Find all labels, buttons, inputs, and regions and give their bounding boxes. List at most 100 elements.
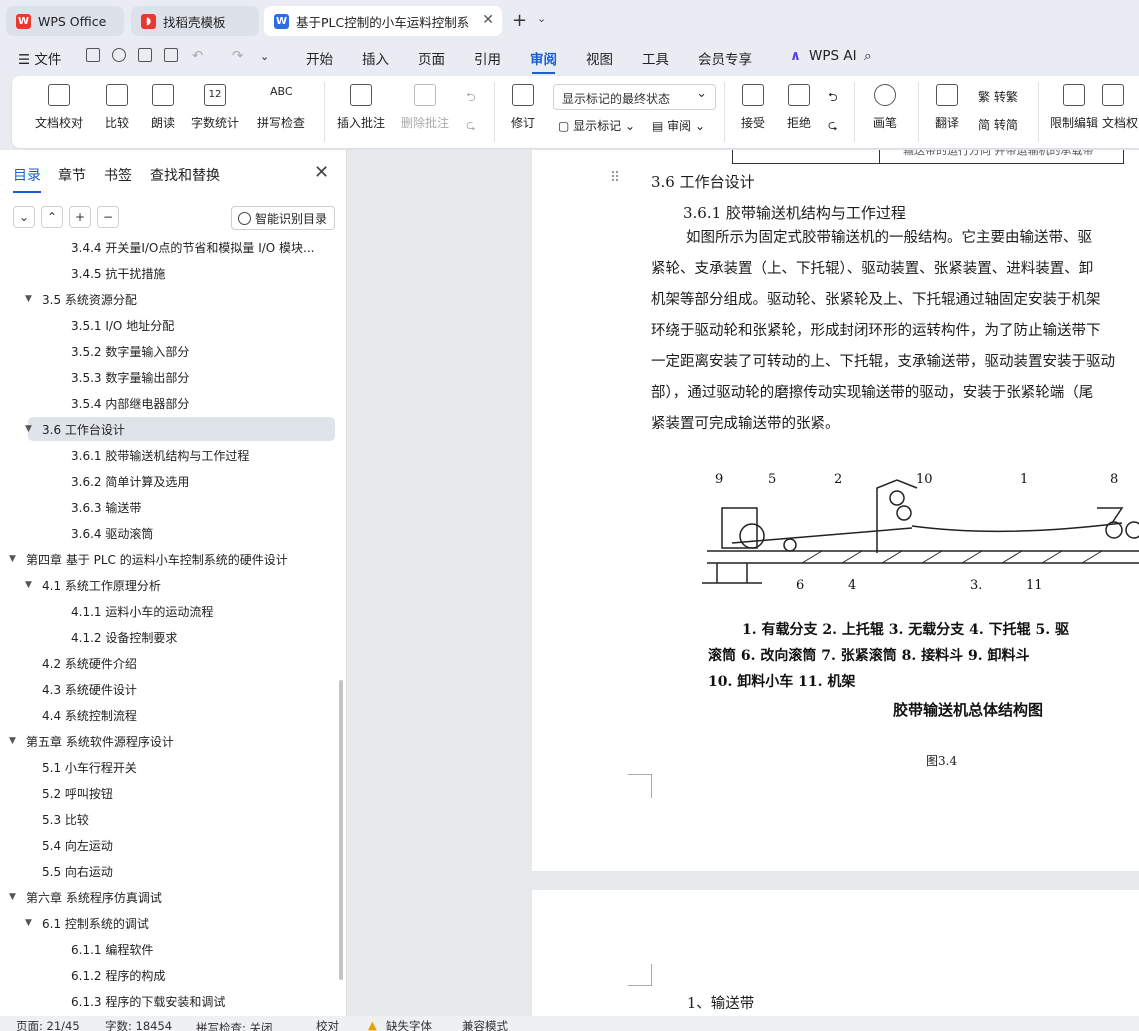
print-preview-icon[interactable] <box>164 48 178 62</box>
toc-item[interactable]: 3.5.3 数字量输出部分 <box>0 365 340 389</box>
toc-item[interactable]: 5.2 呼叫按钮 <box>0 781 340 805</box>
add-heading-button[interactable]: + <box>69 206 91 228</box>
toc-scrollbar[interactable] <box>339 680 343 980</box>
restrict-edit-button[interactable]: 限制编辑 <box>1039 84 1109 131</box>
caret-down-icon[interactable]: ▼ <box>25 918 37 928</box>
toc-item[interactable]: 5.1 小车行程开关 <box>0 755 340 779</box>
prev-comment-icon[interactable]: ⮌ <box>466 88 476 109</box>
toc-item[interactable]: 3.6.1 胶带输送机结构与工作过程 <box>0 443 340 467</box>
export-icon[interactable] <box>112 48 126 62</box>
reject-button[interactable]: 拒绝 <box>764 84 834 131</box>
toc-item[interactable]: 3.5.2 数字量输入部分 <box>0 339 340 363</box>
smart-toc-label: 智能识别目录 <box>255 211 328 226</box>
file-menu[interactable]: ☰ 文件 <box>18 48 61 68</box>
toc-item[interactable]: 5.3 比较 <box>0 807 340 831</box>
caret-down-icon[interactable]: ▼ <box>9 554 21 564</box>
toc-item[interactable]: 3.6.2 简单计算及选用 <box>0 469 340 493</box>
tab-find-replace[interactable]: 查找和替换 <box>150 165 220 185</box>
toc-item[interactable]: 3.6.3 输送带 <box>0 495 340 519</box>
toc-item[interactable]: 5.5 向右运动 <box>0 859 340 883</box>
page-indicator[interactable]: 页面: 21/45 <box>16 1018 80 1031</box>
spell-check-button[interactable]: ABC 拼写检查 <box>246 84 316 131</box>
toc-item[interactable]: 5.4 向左运动 <box>0 833 340 857</box>
tab-toc[interactable]: 目录 <box>13 165 41 193</box>
expand-all-button[interactable]: ⌄ <box>13 206 35 228</box>
toc-item[interactable]: 3.4.4 开关量I/O点的节省和模拟量 I/O 模块... <box>0 235 340 259</box>
collapse-all-button[interactable]: ⌃ <box>41 206 63 228</box>
toc-item[interactable]: 3.4.5 抗干扰措施 <box>0 261 340 285</box>
caret-down-icon[interactable]: ▼ <box>25 294 37 304</box>
save-icon[interactable] <box>86 48 100 62</box>
next-comment-icon[interactable]: ⮎ <box>466 116 476 137</box>
to-simplified-button[interactable]: 简 转简 <box>978 116 1018 133</box>
translate-button[interactable]: 翻译 <box>912 84 982 131</box>
toc-item[interactable]: 4.3 系统硬件设计 <box>0 677 340 701</box>
insert-comment-button[interactable]: 插入批注 <box>326 84 396 131</box>
tab-docer-templates[interactable]: ◗ 找稻壳模板 <box>131 6 259 36</box>
missing-font-status[interactable]: 缺失字体 <box>386 1018 432 1031</box>
remove-heading-button[interactable]: − <box>97 206 119 228</box>
toc-item[interactable]: 3.5.4 内部继电器部分 <box>0 391 340 415</box>
revise-button[interactable]: 修订 <box>488 84 558 131</box>
toc-item[interactable]: ▼ 第五章 系统软件源程序设计 <box>0 729 340 753</box>
prev-change-icon[interactable]: ⮌ <box>828 88 838 109</box>
new-tab-icon[interactable]: + <box>512 10 527 31</box>
toc-item[interactable]: ▼ 第六章 系统程序仿真调试 <box>0 885 340 909</box>
menu-tools[interactable]: 工具 <box>642 48 669 68</box>
caret-down-icon[interactable]: ▼ <box>25 424 37 434</box>
close-pane-icon[interactable]: ✕ <box>314 162 329 183</box>
pen-icon <box>874 84 896 106</box>
pen-button[interactable]: 画笔 <box>850 84 920 131</box>
toc-item[interactable]: ▼ 6.1 控制系统的调试 <box>0 911 340 935</box>
print-icon[interactable] <box>138 48 152 62</box>
chevron-down-icon[interactable]: ⌄ <box>537 12 546 25</box>
word-count-button[interactable]: 12 字数统计 <box>180 84 250 131</box>
close-tab-icon[interactable]: ✕ <box>482 12 494 28</box>
menu-insert[interactable]: 插入 <box>362 48 389 68</box>
toc-item[interactable]: 6.1.3 程序的下载安装和调试 <box>0 989 340 1013</box>
toc-item[interactable]: 3.6.4 驱动滚筒 <box>0 521 340 545</box>
toc-item[interactable]: 3.5.1 I/O 地址分配 <box>0 313 340 337</box>
menu-review[interactable]: 审阅 <box>530 48 557 74</box>
smart-toc-button[interactable]: 智能识别目录 <box>231 206 335 230</box>
drag-handle-icon[interactable]: ⠿ <box>610 170 620 186</box>
caret-down-icon[interactable]: ▼ <box>9 736 21 746</box>
menu-member[interactable]: 会员专享 <box>698 48 752 68</box>
toc-item[interactable]: ▼ 第四章 基于 PLC 的运料小车控制系统的硬件设计 <box>0 547 340 571</box>
menu-page[interactable]: 页面 <box>418 48 445 68</box>
menu-reference[interactable]: 引用 <box>474 48 501 68</box>
caret-down-icon[interactable]: ▼ <box>9 892 21 902</box>
toc-item[interactable]: ▼ 4.1 系统工作原理分析 <box>0 573 340 597</box>
tab-wps-office[interactable]: W WPS Office <box>6 6 124 36</box>
redo-icon[interactable]: ↷ <box>232 48 243 64</box>
menu-start[interactable]: 开始 <box>306 48 333 68</box>
show-markup-button[interactable]: ▢ 显示标记 ⌄ <box>558 117 635 134</box>
search-icon[interactable]: ⌕ <box>864 48 872 64</box>
toc-item[interactable]: 4.2 系统硬件介绍 <box>0 651 340 675</box>
delete-comment-button[interactable]: 删除批注 <box>390 84 460 131</box>
toc-item[interactable]: ▼ 3.6 工作台设计 <box>25 417 335 441</box>
toc-item[interactable]: 4.4 系统控制流程 <box>0 703 340 727</box>
review-pane-button[interactable]: ▤ 审阅 ⌄ <box>652 117 705 134</box>
tab-chapters[interactable]: 章节 <box>58 165 86 185</box>
next-change-icon[interactable]: ⮎ <box>828 116 838 137</box>
proof-status[interactable]: 校对 <box>316 1018 339 1031</box>
word-count-status[interactable]: 字数: 18454 <box>105 1018 172 1031</box>
spell-check-label: 拼写检查 <box>256 116 305 130</box>
tab-bookmarks[interactable]: 书签 <box>104 165 132 185</box>
undo-icon[interactable]: ↶ <box>192 48 203 64</box>
to-traditional-button[interactable]: 繁 转繁 <box>978 88 1018 105</box>
quick-access-chevron-icon[interactable]: ⌄ <box>260 50 269 63</box>
toc-item[interactable]: 6.1.2 程序的构成 <box>0 963 340 987</box>
caret-down-icon[interactable]: ▼ <box>25 580 37 590</box>
markup-state-select[interactable]: 显示标记的最终状态 <box>553 84 716 110</box>
doc-rights-button[interactable]: 文档权 <box>1102 84 1139 131</box>
toc-item[interactable]: 6.1.1 编程软件 <box>0 937 340 961</box>
toc-item[interactable]: ▼ 3.5 系统资源分配 <box>0 287 340 311</box>
tab-current-document[interactable]: W 基于PLC控制的小车运料控制系 ✕ <box>264 6 502 36</box>
wps-ai-button[interactable]: WPS AI <box>809 48 857 64</box>
toc-item[interactable]: 4.1.2 设备控制要求 <box>0 625 340 649</box>
menu-view[interactable]: 视图 <box>586 48 613 68</box>
toc-item[interactable]: 4.1.1 运料小车的运动流程 <box>0 599 340 623</box>
spell-check-status[interactable]: 拼写检查: 关闭 ⌄ <box>196 1018 273 1031</box>
